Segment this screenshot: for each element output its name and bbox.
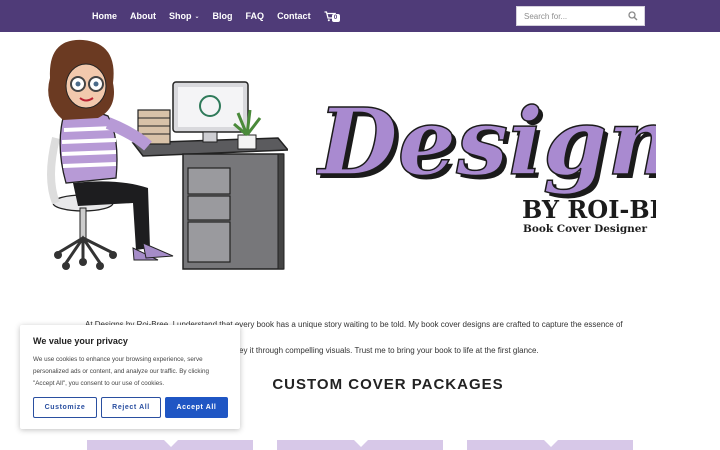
- section-title-text: CUSTOM COVER PACKAGES: [272, 376, 504, 393]
- card-notch: [164, 440, 178, 447]
- package-card[interactable]: [87, 440, 253, 450]
- package-card[interactable]: [277, 440, 443, 450]
- cookie-buttons: Customize Reject All Accept All: [33, 397, 228, 418]
- accept-all-button[interactable]: Accept All: [165, 397, 228, 418]
- logo-sub: BY ROI-BREE: [522, 195, 656, 224]
- package-card[interactable]: [467, 440, 633, 450]
- nav-blog[interactable]: Blog: [213, 11, 233, 21]
- chevron-down-icon: ⌄: [194, 13, 200, 20]
- customize-button[interactable]: Customize: [33, 397, 97, 418]
- logo-word: Designs: [316, 88, 656, 196]
- logo-tagline: Book Cover Designer: [523, 223, 647, 235]
- designs-by-roi-bree-logo: Designs Designs BY ROI-BREE Book Cover D…: [316, 87, 656, 235]
- cookie-consent-dialog: We value your privacy We use cookies to …: [20, 325, 240, 429]
- main-nav: Home About Shop ⌄ Blog FAQ Contact 0: [92, 0, 340, 32]
- card-notch: [354, 440, 368, 447]
- designer-at-desk-illustration: [47, 39, 288, 270]
- card-notch: [544, 440, 558, 447]
- nav-home[interactable]: Home: [92, 11, 117, 21]
- cookie-title: We value your privacy: [33, 336, 128, 346]
- cart-count-badge: 0: [331, 13, 340, 22]
- cart-button[interactable]: 0: [324, 10, 340, 22]
- search-input[interactable]: [517, 7, 625, 25]
- reject-all-button[interactable]: Reject All: [101, 397, 161, 418]
- nav-contact[interactable]: Contact: [277, 11, 311, 21]
- cookie-text: We use cookies to enhance your browsing …: [33, 356, 209, 387]
- nav-about[interactable]: About: [130, 11, 156, 21]
- header-bar: Home About Shop ⌄ Blog FAQ Contact 0: [0, 0, 720, 32]
- nav-shop[interactable]: Shop ⌄: [169, 11, 200, 21]
- search-box: [516, 6, 645, 26]
- search-icon[interactable]: [628, 11, 638, 21]
- nav-shop-label: Shop: [169, 11, 192, 21]
- nav-faq[interactable]: FAQ: [246, 11, 265, 21]
